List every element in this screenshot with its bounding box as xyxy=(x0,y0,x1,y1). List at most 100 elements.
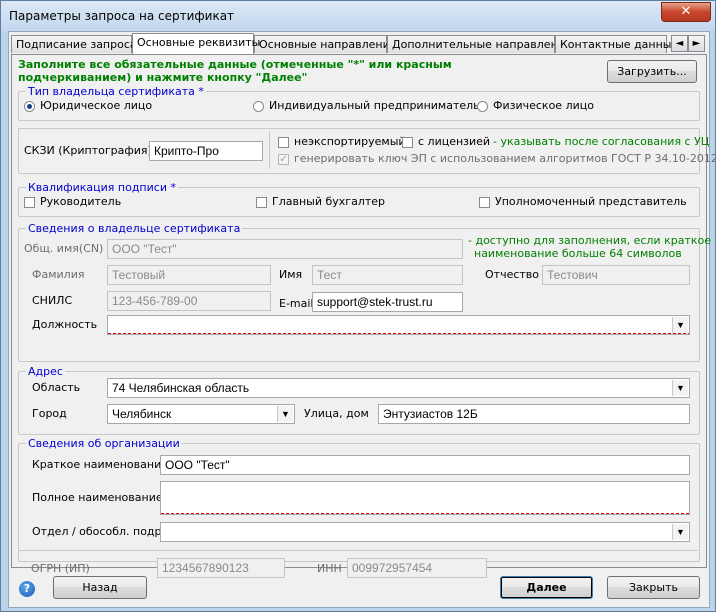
tab-label: Контактные данные xyxy=(560,38,679,51)
chevron-down-icon[interactable]: ▼ xyxy=(277,406,293,422)
next-button[interactable]: Далее xyxy=(500,576,593,599)
tab-label: Основные направления xyxy=(259,38,397,51)
cn-field[interactable]: ООО "Тест" xyxy=(107,239,463,259)
city-label: Город xyxy=(32,407,67,420)
position-combo[interactable]: ▼ xyxy=(107,315,690,335)
short-name-label: Краткое наименование xyxy=(32,458,168,471)
checkbox-authorized-representative[interactable] xyxy=(479,197,490,208)
license-label: с лицензией xyxy=(418,135,491,148)
snils-label: СНИЛС xyxy=(32,294,73,307)
license-note: - указывать после согласования с УЦ xyxy=(493,135,710,148)
snils-field[interactable]: 123-456-789-00 xyxy=(107,291,271,311)
tab-main-directions[interactable]: Основные направления xyxy=(254,35,396,53)
ogrn-label: ОГРН (ИП) xyxy=(31,562,90,575)
department-label: Отдел / обособл. подр. xyxy=(32,525,166,538)
patronymic-label: Отчество xyxy=(485,268,540,281)
help-icon[interactable]: ? xyxy=(19,581,35,597)
address-legend: Адрес xyxy=(26,365,65,378)
chevron-down-icon[interactable]: ▼ xyxy=(672,524,688,540)
radio-individual-entrepreneur[interactable] xyxy=(253,101,264,112)
dialog-client-area: Подписание запроса Основные реквизиты Ос… xyxy=(8,31,716,608)
owner-info-legend: Сведения о владельце сертификата xyxy=(26,222,243,235)
title-bar: Параметры запроса на сертификат ✕ xyxy=(1,1,715,31)
chevron-down-icon[interactable]: ▼ xyxy=(672,380,688,396)
divider xyxy=(18,550,698,551)
street-label: Улица, дом xyxy=(304,407,369,420)
region-label: Область xyxy=(32,381,81,394)
name-label: Имя xyxy=(279,268,303,281)
qualification-legend: Квалификация подписи * xyxy=(26,181,178,194)
skzi-field[interactable]: Крипто-Про xyxy=(149,141,263,161)
radio-legal-entity[interactable] xyxy=(24,101,35,112)
email-label: E-mail xyxy=(279,297,314,310)
divider xyxy=(269,131,270,169)
street-field[interactable]: Энтузиастов 12Б xyxy=(378,404,690,424)
surname-field[interactable]: Тестовый xyxy=(107,265,271,285)
cn-label: Общ. имя(CN) xyxy=(24,242,104,255)
surname-label: Фамилия xyxy=(32,268,85,281)
owner-info-group: Сведения о владельце сертификата Общ. им… xyxy=(18,222,711,362)
full-name-label: Полное наименование xyxy=(32,491,163,504)
tab-label: Дополнительные направления xyxy=(392,38,572,51)
close-window-button[interactable]: ✕ xyxy=(661,2,711,22)
organization-group: Сведения об организации Краткое наименов… xyxy=(18,437,700,562)
email-field[interactable]: support@stek-trust.ru xyxy=(312,292,463,312)
close-button[interactable]: Закрыть xyxy=(607,576,700,599)
chevron-down-icon[interactable]: ▼ xyxy=(672,317,688,333)
checkbox-chief-accountant[interactable] xyxy=(256,197,267,208)
inn-label: ИНН xyxy=(317,562,342,575)
tab-signing[interactable]: Подписание запроса xyxy=(11,35,137,53)
nonexportable-label: неэкспортируемый xyxy=(294,135,406,148)
department-combo[interactable]: ▼ xyxy=(160,522,690,542)
checkbox-label: Руководитель xyxy=(40,195,122,208)
tab-scroll-right-button[interactable]: ► xyxy=(688,35,705,52)
dialog-window: Параметры запроса на сертификат ✕ Подпис… xyxy=(0,0,716,612)
arrow-right-icon: ► xyxy=(692,38,701,49)
organization-legend: Сведения об организации xyxy=(26,437,182,450)
tab-scroll-left-button[interactable]: ◄ xyxy=(671,35,688,52)
checkbox-label: Главный бухгалтер xyxy=(272,195,385,208)
notice-line: подчеркиванием) и нажмите кнопку "Далее" xyxy=(18,71,308,84)
tab-label: Подписание запроса xyxy=(16,38,137,51)
inn-field[interactable]: 009972957454 xyxy=(347,558,487,578)
license-checkbox[interactable] xyxy=(402,137,413,148)
full-name-field[interactable] xyxy=(160,481,690,515)
tab-contacts[interactable]: Контактные данные xyxy=(555,35,678,53)
tab-main-details[interactable]: Основные реквизиты xyxy=(132,33,260,54)
radio-natural-person[interactable] xyxy=(477,101,488,112)
tab-additional-directions[interactable]: Дополнительные направления xyxy=(387,35,572,53)
gost-checkbox[interactable]: ✓ xyxy=(278,154,289,165)
load-button[interactable]: Загрузить... xyxy=(607,60,697,83)
arrow-left-icon: ◄ xyxy=(675,38,684,49)
nonexportable-checkbox[interactable] xyxy=(278,137,289,148)
qualification-group: Квалификация подписи * Руководитель Глав… xyxy=(18,181,700,217)
region-combo[interactable]: 74 Челябинская область ▼ xyxy=(107,378,690,398)
position-label: Должность xyxy=(32,318,98,331)
checkbox-director[interactable] xyxy=(24,197,35,208)
city-value: Челябинск xyxy=(112,407,172,421)
required-fields-notice: Заполните все обязательные данные (отмеч… xyxy=(18,58,452,84)
owner-type-legend: Тип владельца сертификата * xyxy=(26,85,206,98)
region-value: 74 Челябинская область xyxy=(112,381,250,395)
gost-label: генерировать ключ ЭП с использованием ал… xyxy=(294,152,716,165)
back-button[interactable]: Назад xyxy=(53,576,147,599)
skzi-label: СКЗИ (Криптография) xyxy=(24,144,152,157)
name-field[interactable]: Тест xyxy=(312,265,463,285)
checkmark-icon: ✓ xyxy=(279,154,288,165)
notice-line: Заполните все обязательные данные (отмеч… xyxy=(18,58,452,71)
main-details-panel: Заполните все обязательные данные (отмеч… xyxy=(11,54,716,578)
close-icon: ✕ xyxy=(680,4,692,19)
cn-note: - доступно для заполнения, если краткое xyxy=(468,234,711,247)
patronymic-field[interactable]: Тестович xyxy=(542,265,690,285)
address-group: Адрес Область 74 Челябинская область ▼ Г… xyxy=(18,365,700,435)
radio-label: Физическое лицо xyxy=(493,99,594,112)
window-title: Параметры запроса на сертификат xyxy=(9,9,235,23)
radio-label: Индивидуальный предприниматель xyxy=(269,99,480,112)
ogrn-field[interactable]: 1234567890123 xyxy=(157,558,285,578)
short-name-field[interactable]: ООО "Тест" xyxy=(160,455,690,475)
city-combo[interactable]: Челябинск ▼ xyxy=(107,404,295,424)
owner-type-group: Тип владельца сертификата * Юридическое … xyxy=(18,85,700,121)
radio-label: Юридическое лицо xyxy=(40,99,153,112)
cn-note: наименование больше 64 символов xyxy=(474,247,682,260)
tab-label: Основные реквизиты xyxy=(137,36,261,49)
